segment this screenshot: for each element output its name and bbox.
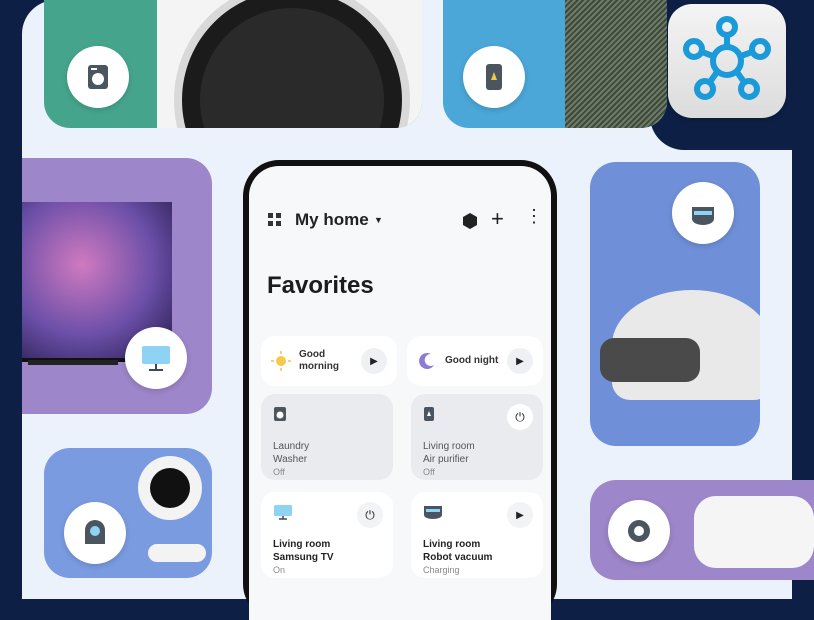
camera-image <box>138 456 202 520</box>
hub-image <box>694 496 814 568</box>
robot-vacuum-dock-image <box>600 338 700 382</box>
device-card-samsung-tv[interactable]: ⏻ Living room Samsung TV On <box>261 492 393 578</box>
robot-vacuum-icon <box>424 506 442 519</box>
air-purifier-tile <box>443 0 667 128</box>
tv-stand-image <box>28 360 118 365</box>
smartthings-app-icon[interactable] <box>668 4 786 118</box>
device-room: Living room <box>423 539 481 550</box>
robot-vacuum-icon-badge <box>672 182 734 244</box>
camera-icon <box>85 520 105 544</box>
power-button[interactable]: ⏻ <box>507 404 533 430</box>
scene-label: Good night <box>445 355 499 366</box>
robot-vacuum-icon <box>692 207 714 225</box>
air-purifier-icon <box>486 64 502 90</box>
hub-icon-badge <box>608 500 670 562</box>
home-selector[interactable]: My home <box>295 210 369 230</box>
ai-cube-icon[interactable] <box>461 212 479 235</box>
fabric-texture-image <box>565 0 667 128</box>
washer-tile <box>44 0 422 128</box>
device-card-robot-vacuum[interactable]: ▶ Living room Robot vacuum Charging <box>411 492 543 578</box>
play-button[interactable]: ▶ <box>507 502 533 528</box>
hub-tile <box>590 480 814 580</box>
camera-icon-badge <box>64 502 126 564</box>
smartthings-logo-icon <box>683 16 771 100</box>
scene-label-line2: morning <box>299 361 339 372</box>
device-room: Living room <box>273 539 331 550</box>
washer-door-image <box>174 0 410 128</box>
tv-icon <box>142 346 170 371</box>
device-status: Off <box>273 467 285 477</box>
phone-mockup: My home ▼ + ⋮ Favorites Good morning ▶ G… <box>243 160 557 620</box>
washer-photo <box>157 0 422 128</box>
air-purifier-icon-badge <box>463 46 525 108</box>
promo-canvas: My home ▼ + ⋮ Favorites Good morning ▶ G… <box>0 0 814 620</box>
device-name: Samsung TV <box>273 552 334 563</box>
power-button[interactable]: ⏻ <box>357 502 383 528</box>
add-icon[interactable]: + <box>491 206 504 232</box>
device-room: Living room <box>423 441 475 452</box>
moon-icon <box>419 352 434 369</box>
device-card-washer[interactable]: Laundry Washer Off <box>261 394 393 480</box>
app-screen: My home ▼ + ⋮ Favorites Good morning ▶ G… <box>249 166 551 620</box>
tv-tile <box>22 158 212 414</box>
device-status: Off <box>423 467 435 477</box>
device-room: Laundry <box>273 441 310 452</box>
tv-icon-badge <box>125 327 187 389</box>
home-grid-icon[interactable] <box>267 212 283 228</box>
camera-base-image <box>148 544 206 562</box>
camera-tile <box>44 448 212 578</box>
scene-good-morning[interactable]: Good morning ▶ <box>261 336 397 386</box>
device-name: Air purifier <box>423 454 469 465</box>
device-card-air-purifier[interactable]: ⏻ Living room Air purifier Off <box>411 394 543 480</box>
washer-icon <box>274 407 286 421</box>
air-purifier-icon <box>424 407 434 421</box>
scene-good-night[interactable]: Good night ▶ <box>407 336 543 386</box>
more-options-icon[interactable]: ⋮ <box>525 206 543 227</box>
play-button[interactable]: ▶ <box>361 348 387 374</box>
scene-label-line1: Good <box>299 349 326 360</box>
hub-icon <box>628 520 650 542</box>
device-name: Washer <box>273 454 308 465</box>
chevron-down-icon[interactable]: ▼ <box>374 215 383 225</box>
device-status: On <box>273 565 286 575</box>
play-button[interactable]: ▶ <box>507 348 533 374</box>
washer-icon-badge <box>67 46 129 108</box>
tv-icon <box>274 505 292 520</box>
sun-icon <box>271 351 291 371</box>
favorites-title: Favorites <box>267 272 374 299</box>
device-status: Charging <box>423 565 460 575</box>
robot-vacuum-tile <box>590 162 760 446</box>
washer-icon <box>88 65 108 89</box>
device-name: Robot vacuum <box>423 552 493 563</box>
